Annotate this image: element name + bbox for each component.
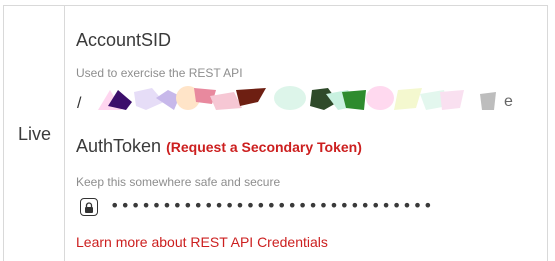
svg-text:e: e (504, 93, 513, 110)
request-secondary-token-link[interactable]: (Request a Secondary Token) (166, 139, 362, 155)
environment-column: Live (4, 6, 65, 261)
auth-token-masked-value: ••••••••••••••••••••••••••••••• (110, 196, 434, 215)
account-sid-title: AccountSID (76, 30, 172, 50)
reveal-token-button[interactable] (80, 198, 98, 216)
lock-icon (85, 201, 93, 213)
svg-text:/: / (77, 95, 82, 112)
auth-token-description: Keep this somewhere safe and secure (76, 175, 281, 189)
learn-more-link[interactable]: Learn more about REST API Credentials (76, 234, 328, 250)
account-sid-value-redacted: / e (76, 84, 521, 112)
environment-label: Live (18, 124, 52, 144)
credentials-panel: Live AccountSID Used to exercise the RES… (3, 5, 548, 261)
account-sid-description: Used to exercise the REST API (76, 66, 243, 80)
auth-token-title: AuthToken (Request a Secondary Token) (76, 136, 362, 157)
auth-token-label: AuthToken (76, 136, 162, 156)
credentials-content: AccountSID Used to exercise the REST API… (76, 6, 547, 261)
